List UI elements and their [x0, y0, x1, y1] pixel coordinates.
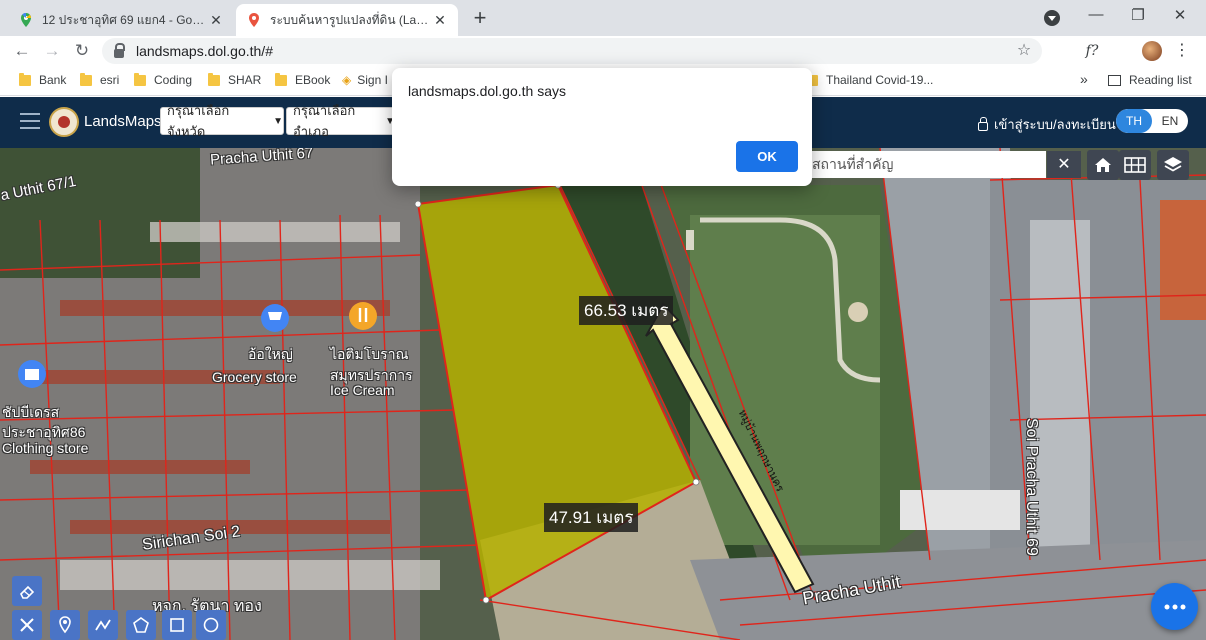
tab-close-icon[interactable]: ✕: [208, 12, 224, 29]
forward-arrow-icon[interactable]: →: [40, 40, 64, 62]
tab-title: 12 ประชาอุทิศ 69 แยก4 - Google M: [42, 12, 208, 27]
poi-label: Grocery store: [212, 369, 297, 385]
dialog-title: landsmaps.dol.go.th says: [408, 83, 566, 99]
poi-label: อ้อใหญ่: [248, 346, 293, 362]
tab-landsmaps[interactable]: ระบบค้นหารูปแปลงที่ดิน (LandsMaps ✕: [236, 4, 458, 36]
eraser-icon: [20, 585, 35, 599]
place-search-input[interactable]: สถานที่สำคัญ: [800, 151, 1046, 178]
poi-label: ชัปบีเดรส: [2, 404, 60, 420]
map-imagery: [0, 148, 1206, 640]
new-tab-button[interactable]: +: [468, 6, 492, 30]
language-toggle[interactable]: TH EN: [1116, 109, 1188, 133]
login-link[interactable]: เข้าสู่ระบบ/ลงทะเบียน: [978, 114, 1116, 135]
bookmark-shar[interactable]: SHAR: [208, 72, 261, 87]
home-button[interactable]: [1087, 150, 1119, 180]
clear-tool-button[interactable]: [12, 610, 42, 640]
dialog-ok-button[interactable]: OK: [736, 141, 798, 172]
dol-logo: [49, 107, 79, 137]
map-pin-icon: [249, 13, 259, 27]
hamburger-menu-icon[interactable]: [20, 113, 40, 129]
lock-icon: [114, 43, 125, 58]
home-icon: [1095, 158, 1111, 172]
star-bookmark-icon[interactable]: ☆: [1014, 41, 1034, 61]
lang-th-option[interactable]: TH: [1116, 109, 1152, 133]
rectangle-tool-button[interactable]: [162, 610, 192, 640]
measurement-label-top: 66.53 เมตร: [579, 296, 674, 325]
district-select[interactable]: กรุณาเลือกอำเภอ ▼: [286, 103, 396, 139]
reload-icon[interactable]: ↻: [70, 40, 94, 62]
folder-icon: [134, 72, 146, 86]
circle-icon: [203, 617, 219, 633]
line-tool-button[interactable]: [88, 610, 118, 640]
map-canvas[interactable]: Pracha Uthit 67 a Uthit 67/1 Sirichan So…: [0, 148, 1206, 640]
province-select[interactable]: กรุณาเลือกจังหวัด ▼: [160, 103, 284, 139]
layers-icon: [1164, 157, 1182, 172]
bookmark-esri[interactable]: esri: [80, 72, 119, 87]
tab-close-icon[interactable]: ✕: [432, 12, 448, 29]
grid-button[interactable]: [1119, 150, 1151, 180]
search-clear-button[interactable]: ✕: [1047, 151, 1081, 178]
more-options-button[interactable]: [1151, 583, 1198, 630]
profile-avatar[interactable]: [1142, 41, 1162, 61]
bookmark-bank[interactable]: Bank: [19, 72, 66, 87]
bookmark-sign-in[interactable]: ◈ Sign I: [342, 73, 388, 87]
minimize-button[interactable]: —: [1084, 6, 1108, 23]
reading-list-button[interactable]: Reading list: [1108, 73, 1192, 87]
back-arrow-icon[interactable]: ←: [10, 40, 34, 62]
address-bar[interactable]: landsmaps.dol.go.th/#: [102, 38, 1042, 64]
chevron-down-icon: ▼: [273, 115, 283, 127]
app-brand: LandsMaps: [84, 113, 162, 130]
reading-list-icon: [1108, 74, 1121, 86]
poi-label: Ice Cream: [330, 382, 395, 398]
bookmark-coding[interactable]: Coding: [134, 72, 192, 87]
marker-tool-button[interactable]: [50, 610, 80, 640]
diamond-icon: ◈: [342, 73, 352, 87]
lang-en-option[interactable]: EN: [1152, 109, 1188, 133]
road-label: Soi Pracha Uthit 69: [1023, 418, 1040, 556]
bookmarks-overflow-button[interactable]: »: [1080, 71, 1088, 87]
google-maps-pin-icon: [21, 13, 31, 27]
layers-button[interactable]: [1157, 150, 1189, 180]
folder-icon: [19, 72, 31, 86]
circle-tool-button[interactable]: [196, 610, 226, 640]
tab-search-icon[interactable]: [1044, 10, 1060, 26]
tab-title: ระบบค้นหารูปแปลงที่ดิน (LandsMaps: [270, 12, 432, 27]
poi-label: ไอติมโบราณ: [330, 346, 409, 362]
lock-icon: [978, 117, 988, 131]
kebab-menu-icon[interactable]: ⋮: [1172, 41, 1192, 61]
more-dots-icon: [1164, 604, 1185, 609]
measurement-label-bottom: 47.91 เมตร: [544, 503, 639, 532]
alert-dialog: landsmaps.dol.go.th says OK: [392, 68, 812, 186]
pin-icon: [59, 616, 71, 634]
url-text: landsmaps.dol.go.th/#: [136, 43, 273, 59]
tab-strip: 12 ประชาอุทิศ 69 แยก4 - Google M ✕ ระบบค…: [0, 0, 1206, 36]
browser-toolbar: ← → ↻ landsmaps.dol.go.th/# ☆ f? ⋮: [0, 36, 1206, 94]
tab-google-maps[interactable]: 12 ประชาอุทิศ 69 แยก4 - Google M ✕: [8, 4, 234, 36]
cross-tools-icon: [20, 618, 34, 632]
polyline-icon: [95, 619, 111, 631]
eraser-tool-button[interactable]: [12, 576, 42, 606]
rectangle-icon: [170, 618, 184, 632]
grid-icon: [1124, 157, 1146, 173]
restore-button[interactable]: ❐: [1126, 6, 1150, 24]
bookmark-ebook[interactable]: EBook: [275, 72, 330, 87]
formula-extension-icon[interactable]: f?: [1082, 41, 1102, 61]
browser-window: 12 ประชาอุทิศ 69 แยก4 - Google M ✕ ระบบค…: [0, 0, 1206, 640]
folder-icon: [80, 72, 92, 86]
bookmark-thailand-covid[interactable]: Thailand Covid-19...: [806, 72, 933, 87]
polygon-icon: [133, 617, 149, 633]
window-close-button[interactable]: ✕: [1168, 6, 1192, 24]
folder-icon: [208, 72, 220, 86]
poi-label: Clothing store: [2, 440, 89, 456]
folder-icon: [275, 72, 287, 86]
polygon-tool-button[interactable]: [126, 610, 156, 640]
